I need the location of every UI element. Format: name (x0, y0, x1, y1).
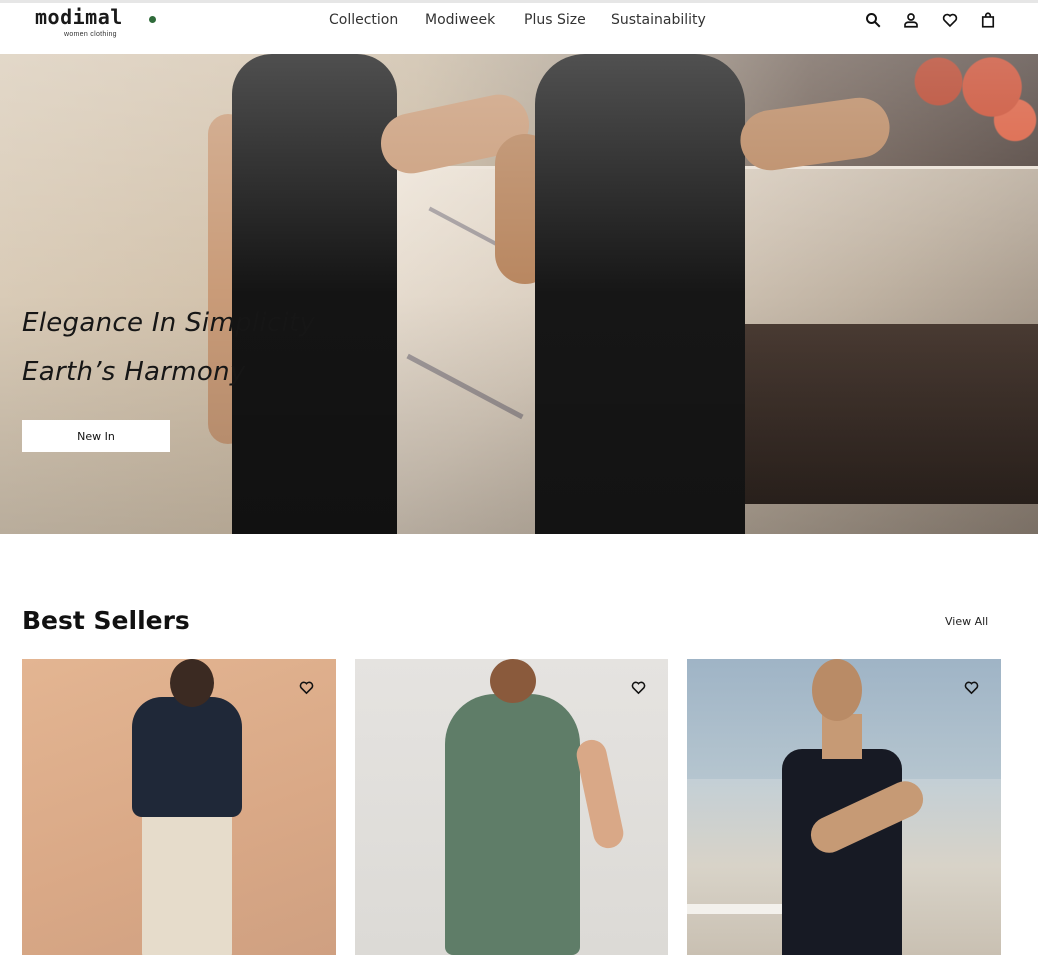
nav-item-collection[interactable]: Collection (329, 12, 398, 28)
site-header: modimal women clothing Collection Modiwe… (0, 3, 1038, 54)
product-card[interactable] (687, 659, 1001, 955)
product-image-neck (822, 714, 862, 759)
product-image-head (812, 659, 862, 721)
brand-logo[interactable]: modimal women clothing (35, 5, 160, 41)
brand-name: modimal (35, 5, 123, 29)
favorite-heart-icon[interactable] (628, 677, 648, 697)
product-image-arm (573, 737, 627, 851)
view-all-link[interactable]: View All (945, 615, 988, 628)
product-image-head (490, 659, 536, 703)
favorite-heart-icon[interactable] (296, 677, 316, 697)
favorite-heart-icon[interactable] (961, 677, 981, 697)
hero-overlay (0, 54, 1038, 534)
hero-banner: Elegance In Simplicity Earth’s Harmony N… (0, 54, 1038, 534)
product-image-dress (445, 694, 580, 955)
product-image-head (170, 659, 214, 707)
product-image-sweater (132, 697, 242, 817)
nav-item-plus-size[interactable]: Plus Size (524, 12, 586, 28)
search-icon[interactable] (862, 9, 884, 31)
best-sellers-title: Best Sellers (22, 606, 190, 635)
bag-icon[interactable] (977, 9, 999, 31)
hero-headline-line2: Earth’s Harmony (22, 357, 246, 387)
nav-item-modiweek[interactable]: Modiweek (425, 12, 495, 28)
nav-item-sustainability[interactable]: Sustainability (611, 12, 706, 28)
product-image-dress (782, 749, 902, 955)
brand-tagline: women clothing (64, 31, 117, 38)
user-icon[interactable] (900, 9, 922, 31)
heart-icon[interactable] (939, 9, 961, 31)
logo-leaf-icon (149, 16, 156, 23)
hero-headline-line1: Elegance In Simplicity (22, 308, 316, 338)
product-image-pants (142, 809, 232, 955)
header-actions (862, 9, 1002, 31)
product-card[interactable] (355, 659, 668, 955)
product-card[interactable] (22, 659, 336, 955)
new-in-button[interactable]: New In (22, 420, 170, 452)
